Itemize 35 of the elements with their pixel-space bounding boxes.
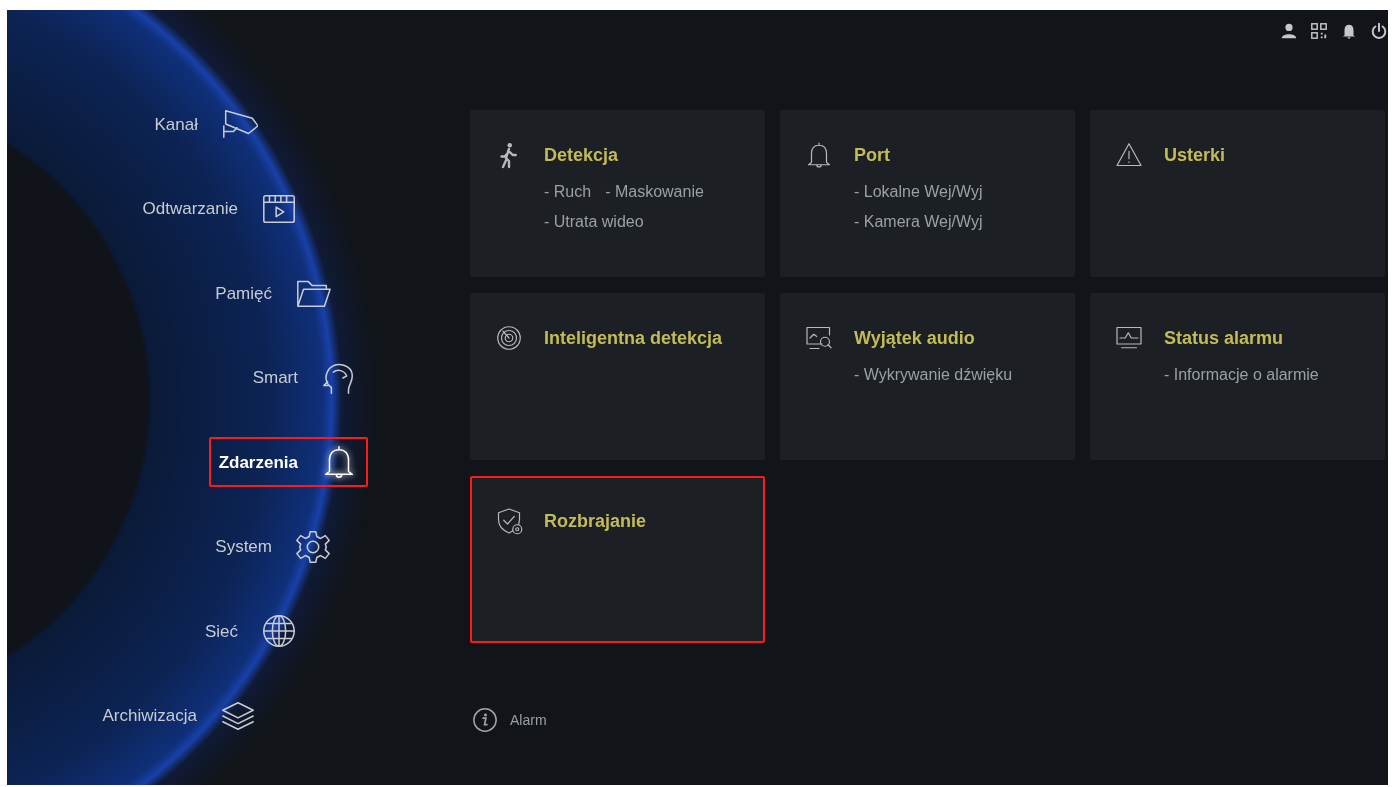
sidebar-item[interactable]: Pamięć	[205, 268, 342, 319]
sub-option[interactable]: - Maskowanie	[605, 180, 704, 204]
sub-option[interactable]: - Kamera Wej/Wyj	[854, 210, 983, 234]
menu-tile[interactable]: Inteligentna detekcja	[470, 293, 765, 460]
info-icon	[472, 707, 498, 733]
tile-title: Inteligentna detekcja	[544, 327, 723, 350]
tile-title: Port	[854, 144, 891, 167]
sidebar-item[interactable]: Archiwizacja	[92, 690, 267, 741]
sub-option[interactable]: - Ruch	[544, 180, 592, 204]
tile-title: Wyjątek audio	[854, 327, 976, 350]
power-icon[interactable]	[1370, 22, 1388, 40]
tile-title: Detekcja	[544, 144, 620, 167]
tile-title: Usterki	[1164, 144, 1226, 167]
user-icon[interactable]	[1280, 22, 1298, 40]
sub-option[interactable]: - Lokalne Wej/Wyj	[854, 180, 983, 204]
menu-tile[interactable]: Wyjątek audio - Wykrywanie dźwięku	[780, 293, 1075, 460]
sub-option[interactable]: - Utrata wideo	[544, 210, 644, 234]
tile-title: Rozbrajanie	[544, 510, 647, 533]
tile-title: Status alarmu	[1164, 327, 1285, 350]
sidebar-item[interactable]: Zdarzenia	[208, 437, 368, 488]
sidebar-item[interactable]: Sieć	[194, 606, 308, 657]
sub-option[interactable]: - Informacje o alarmie	[1164, 363, 1319, 387]
qr-code-icon[interactable]	[1310, 22, 1328, 40]
sidebar-item[interactable]: System	[205, 521, 342, 572]
menu-tile[interactable]: Port - Lokalne Wej/Wyj - Kamera Wej/Wyj	[780, 110, 1075, 277]
info-text: Alarm	[510, 710, 547, 730]
menu-tile[interactable]: Status alarmu - Informacje o alarmie	[1090, 293, 1385, 460]
sub-option[interactable]: - Wykrywanie dźwięku	[854, 363, 1013, 387]
sidebar-item[interactable]: Smart	[242, 352, 368, 403]
menu-tile[interactable]: Rozbrajanie	[470, 476, 765, 643]
menu-tile[interactable]: Detekcja - Ruch - Maskowanie - Utrata wideo	[470, 110, 765, 277]
sidebar-item[interactable]: Odtwarzanie	[132, 183, 308, 234]
sidebar-item[interactable]: Kanał	[144, 99, 268, 150]
radar-icon	[494, 323, 524, 353]
menu-tile[interactable]: Usterki	[1090, 110, 1385, 277]
